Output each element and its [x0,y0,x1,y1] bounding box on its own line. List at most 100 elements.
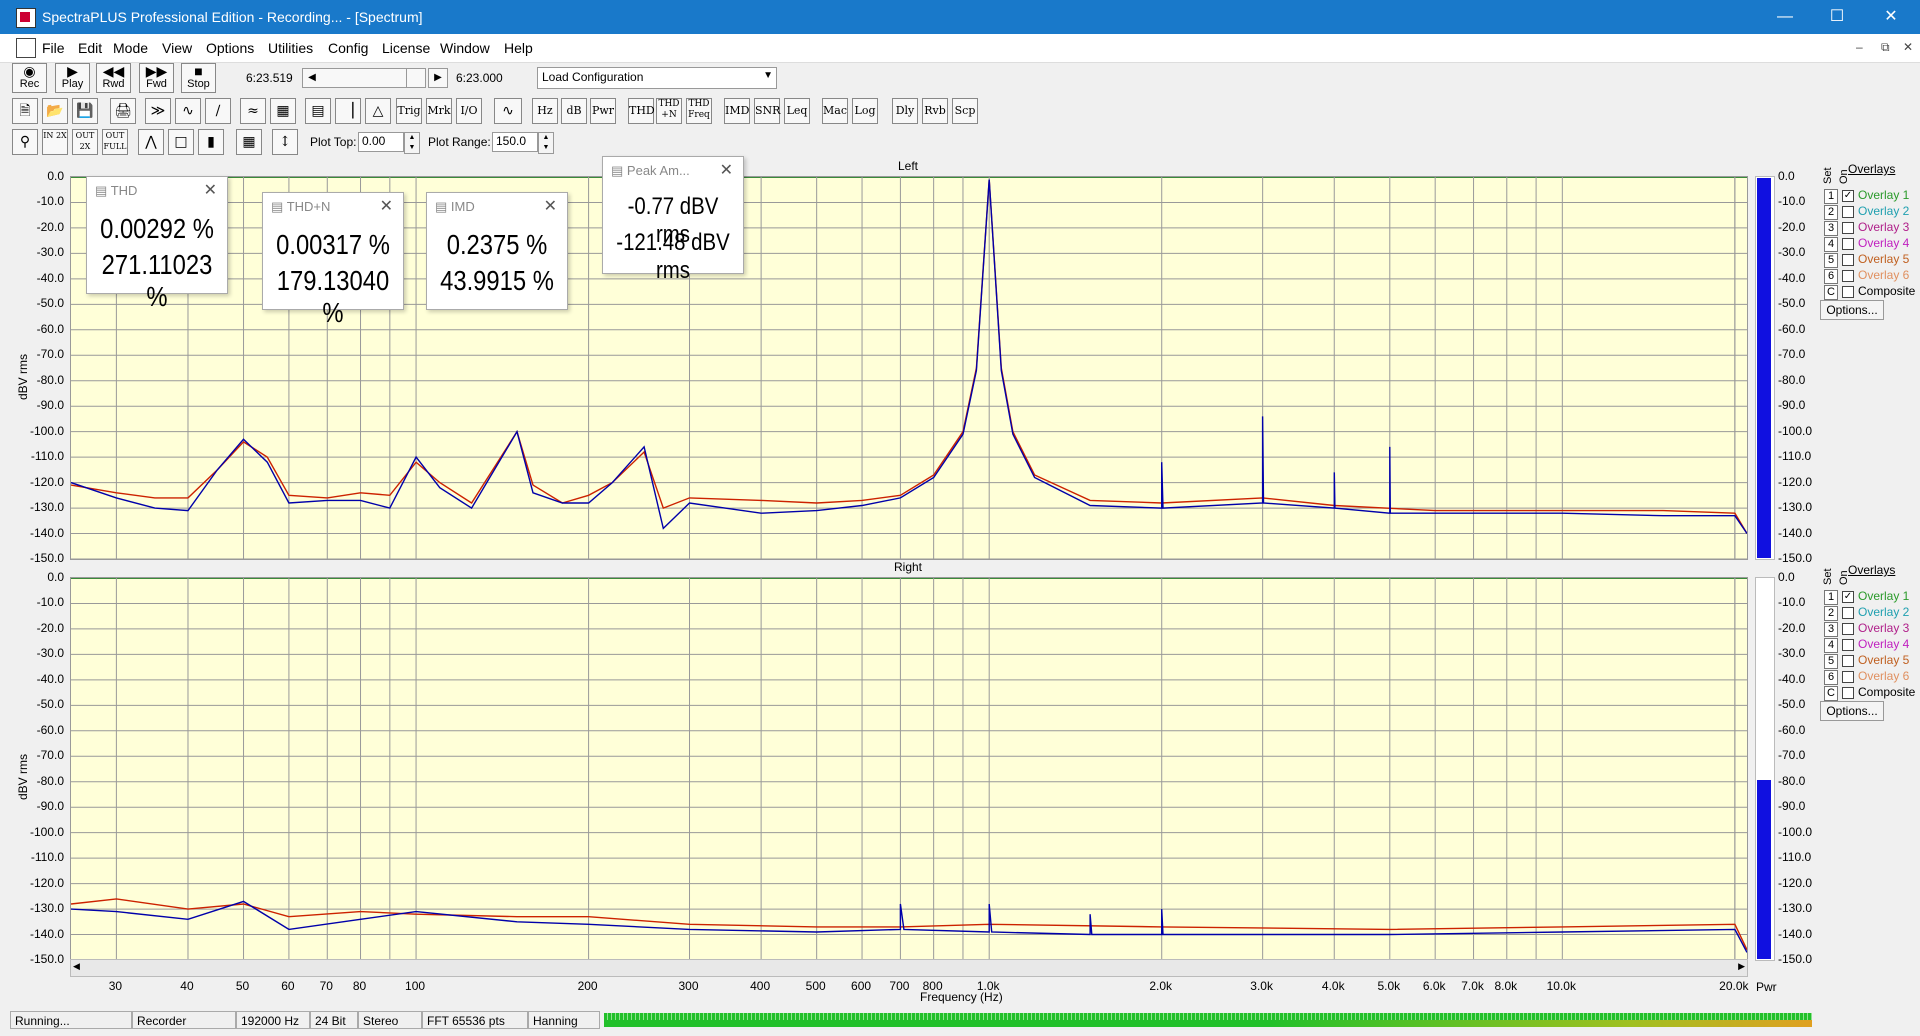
minimize-icon[interactable]: — [1762,0,1808,34]
overlay-set-button[interactable]: 2 [1824,606,1838,621]
scale-button[interactable]: ↕ [272,129,298,155]
x-scrollbar[interactable]: ◀ ▶ [70,959,1748,977]
overlay-checkbox[interactable]: ✓ [1842,590,1854,603]
overlay-set-button[interactable]: 5 [1824,654,1838,669]
menu-edit[interactable]: Edit [78,40,102,56]
grid-button[interactable]: ▦ [236,129,262,155]
tool-imd-button[interactable]: IMD [724,98,750,124]
zoom-in-2x-button[interactable]: IN 2X [42,129,68,155]
right-plot-area[interactable] [70,577,1748,961]
overlay-set-button[interactable]: 6 [1824,670,1838,685]
plot-top-input[interactable]: 0.00 [358,132,404,152]
tool-scp-button[interactable]: Scp [952,98,978,124]
maximize-icon[interactable]: ☐ [1814,0,1860,34]
overlay-row[interactable]: 3 Overlay 3 [1824,220,1909,236]
stop-button[interactable]: ■ Stop [181,63,216,93]
mode-button[interactable]: ≫ [145,98,171,124]
plot-top-spinner[interactable]: ▲ ▼ [404,132,420,154]
position-thumb[interactable] [406,68,426,88]
bars-button[interactable]: ▮ [198,129,224,155]
scroll-left-arrow-icon[interactable]: ◀ [73,961,80,972]
overlay-set-button[interactable]: 6 [1824,269,1838,284]
step-button[interactable]: □ [168,129,194,155]
overlay-row[interactable]: C Composite [1824,685,1915,701]
config-select[interactable]: Load Configuration ▼ [537,67,777,89]
overlay-set-button[interactable]: C [1824,285,1838,300]
thdn-popup[interactable]: ▤ THD+N ✕ 0.00317 % 179.13040 % [262,192,404,328]
overlay-set-button[interactable]: 3 [1824,622,1838,637]
tool-pwr-button[interactable]: Pwr [590,98,616,124]
new-button[interactable]: 🗎 [12,98,38,124]
wave-button[interactable]: ∕ [205,98,231,124]
menu-window[interactable]: Window [440,40,490,56]
overlay-checkbox[interactable] [1842,221,1854,234]
overlay-row[interactable]: C Composite [1824,284,1915,300]
overlay-checkbox[interactable] [1842,606,1854,619]
rec-button[interactable]: ◉ Rec [12,63,47,93]
weight-button[interactable]: △ [365,98,391,124]
overlay-checkbox[interactable] [1842,622,1854,635]
tool-i-o-button[interactable]: I/O [456,98,482,124]
overlay-checkbox[interactable] [1842,670,1854,683]
overlay-set-button[interactable]: 1 [1824,590,1838,605]
tool-mrk-button[interactable]: Mrk [426,98,452,124]
overlay-checkbox[interactable] [1842,253,1854,266]
menu-mode[interactable]: Mode [113,40,148,56]
plot-range-spinner[interactable]: ▲ ▼ [538,132,554,154]
scroll-right-icon[interactable]: ▶ [428,68,448,88]
overlay-set-button[interactable]: C [1824,686,1838,701]
overlay-set-button[interactable]: 4 [1824,237,1838,252]
peak-popup[interactable]: ▤ Peak Am... ✕ -0.77 dBV rms -121.48 dBV… [602,156,744,284]
thd-close-icon[interactable]: ✕ [204,180,217,200]
peak-close-icon[interactable]: ✕ [720,160,733,180]
octave-button[interactable]: ▕ [335,98,361,124]
overlay-checkbox[interactable] [1842,237,1854,250]
overlay-row[interactable]: 2 Overlay 2 [1824,605,1909,621]
overlay-checkbox[interactable] [1842,686,1854,699]
overlay-set-button[interactable]: 4 [1824,638,1838,653]
tool-rvb-button[interactable]: Rvb [922,98,948,124]
overlay-row[interactable]: 5 Overlay 5 [1824,653,1909,669]
overlay-set-button[interactable]: 5 [1824,253,1838,268]
tool-db-button[interactable]: dB [561,98,587,124]
overlay-row[interactable]: 4 Overlay 4 [1824,637,1909,653]
mdi-close-icon[interactable]: ✕ [1903,40,1913,54]
overlay-checkbox[interactable] [1842,285,1854,298]
overlay-row[interactable]: 2 Overlay 2 [1824,204,1909,220]
tool-trig-button[interactable]: Trig [396,98,422,124]
spectrogram-button[interactable]: ▦ [270,98,296,124]
imd-popup[interactable]: ▤ IMD ✕ 0.2375 % 43.9915 % [426,192,568,310]
mdi-app-icon[interactable] [16,38,36,58]
tool-thd-n-button[interactable]: THD +N [656,98,682,124]
tool-hz-button[interactable]: Hz [532,98,558,124]
scroll-left-icon[interactable]: ◀ [302,68,322,88]
thdn-close-icon[interactable]: ✕ [380,196,393,216]
overlay-set-button[interactable]: 1 [1824,189,1838,204]
scroll-right-arrow-icon[interactable]: ▶ [1738,961,1745,972]
plot-range-input[interactable]: 150.0 [492,132,538,152]
overlay-checkbox[interactable] [1842,638,1854,651]
overlay-row[interactable]: 1 ✓ Overlay 1 [1824,589,1909,605]
overlays-options-button[interactable]: Options... [1820,701,1884,721]
tool-log-button[interactable]: Log [852,98,878,124]
overlay-row[interactable]: 6 Overlay 6 [1824,669,1909,685]
save-button[interactable]: 💾 [72,98,98,124]
rwd-button[interactable]: ◀◀ Rwd [96,63,131,93]
peak-button[interactable]: ⋀ [138,129,164,155]
spectrum-button[interactable]: ∿ [175,98,201,124]
table-button[interactable]: ▤ [305,98,331,124]
overlay-checkbox[interactable] [1842,205,1854,218]
overlay-checkbox[interactable]: ✓ [1842,189,1854,202]
tool-thd-freq-button[interactable]: THD Freq [686,98,712,124]
thd-popup[interactable]: ▤ THD ✕ 0.00292 % 271.11023 % [86,176,228,312]
tool-leq-button[interactable]: Leq [784,98,810,124]
zoom-button[interactable]: ⚲ [12,129,38,155]
zoom-out-full-button[interactable]: OUT FULL [102,129,128,155]
fwd-button[interactable]: ▶▶ Fwd [139,63,174,93]
phase-button[interactable]: ≈ [240,98,266,124]
overlay-row[interactable]: 6 Overlay 6 [1824,268,1909,284]
tool-mac-button[interactable]: Mac [822,98,848,124]
imd-close-icon[interactable]: ✕ [544,196,557,216]
generator-button[interactable]: ∿ [494,98,522,124]
overlay-row[interactable]: 4 Overlay 4 [1824,236,1909,252]
